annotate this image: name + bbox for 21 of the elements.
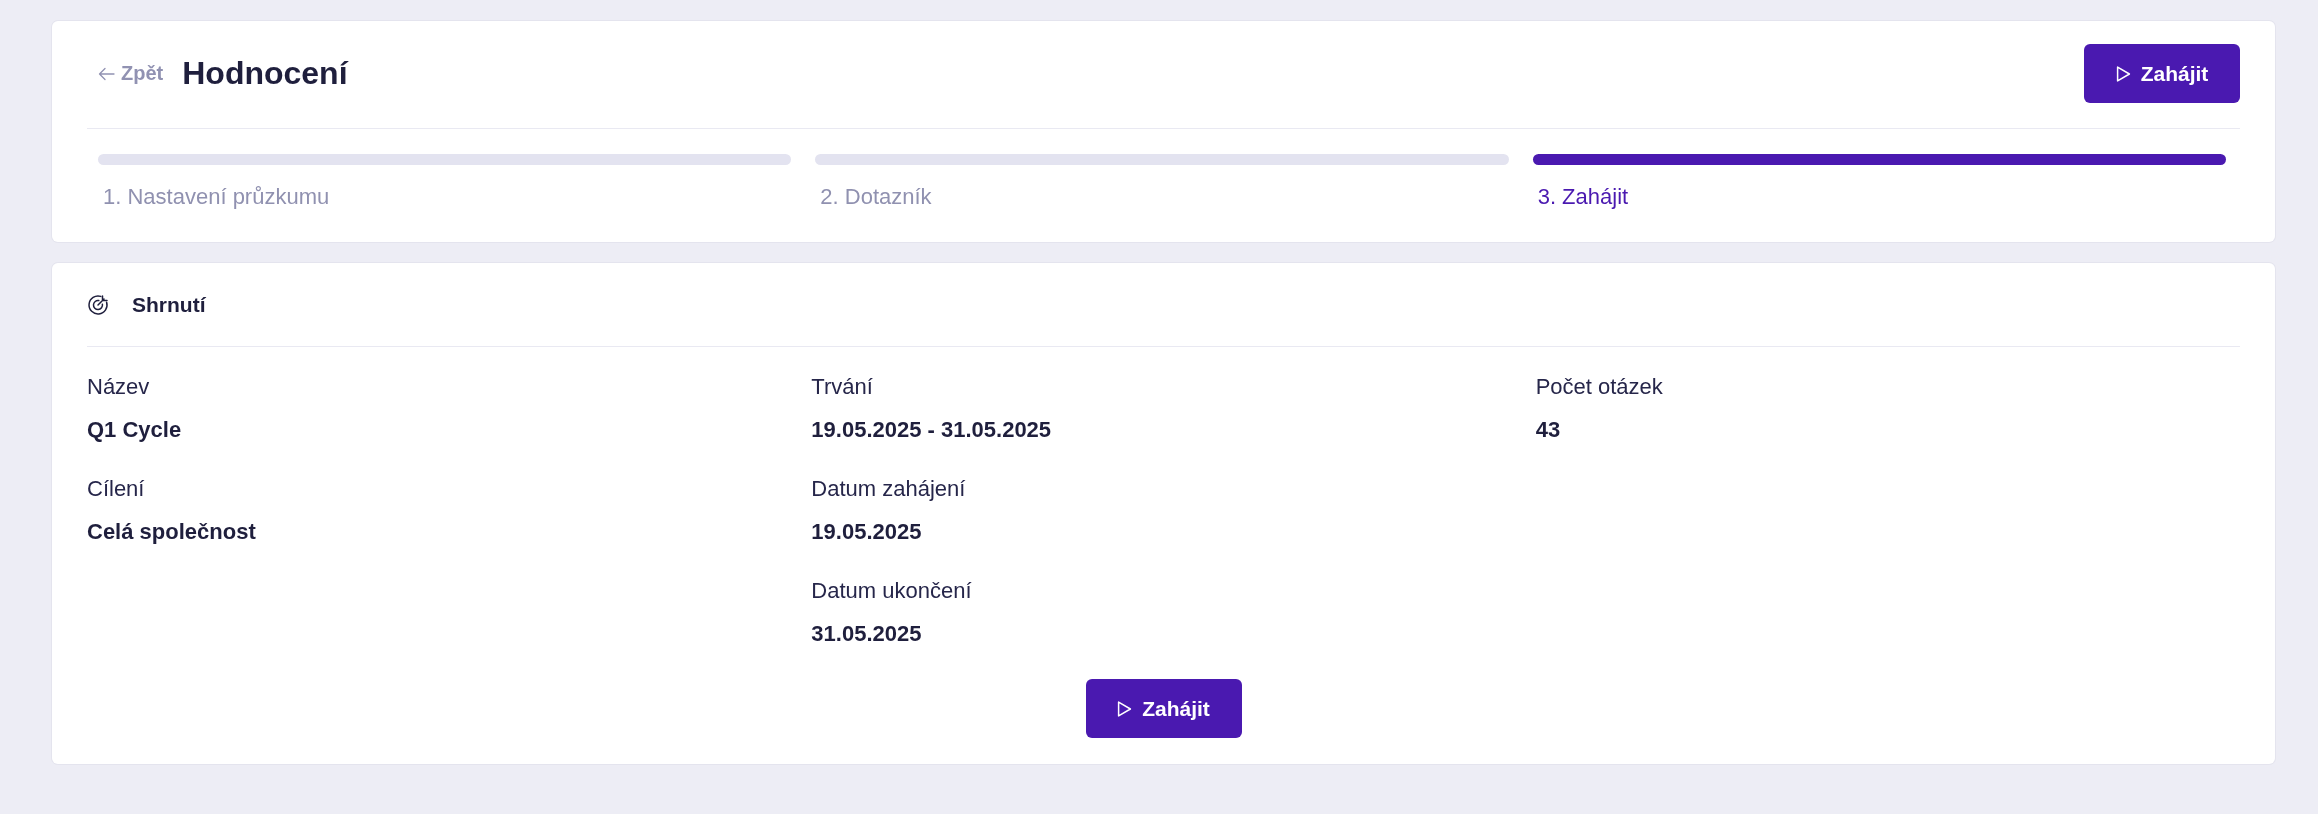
field-label: Cílení [87,475,145,503]
field-value: 19.05.2025 - 31.05.2025 [811,416,1052,444]
field-value: 43 [1535,416,1561,444]
field-value: Celá společnost [87,518,256,546]
arrow-left-icon [98,66,115,81]
play-icon [2115,64,2131,83]
field-value: 19.05.2025 [811,518,922,546]
target-icon [87,293,109,316]
section-title: Shrnutí [132,292,206,317]
field-value: Q1 Cycle [87,416,182,444]
field-label: Trvání [811,373,873,401]
field-label: Datum ukončení [811,577,972,605]
step-label[interactable]: 3. Zahájit [1532,182,1629,212]
field-label: Datum zahájení [811,475,966,503]
start-button[interactable]: Zahájit [1085,679,1242,738]
field-label: Počet otázek [1535,373,1663,401]
field-value: 31.05.2025 [811,620,922,648]
play-icon [1117,699,1133,718]
field-label: Název [87,373,150,401]
start-button[interactable]: Zahájit [2084,44,2240,103]
page-title: Hodnocení [182,55,348,92]
